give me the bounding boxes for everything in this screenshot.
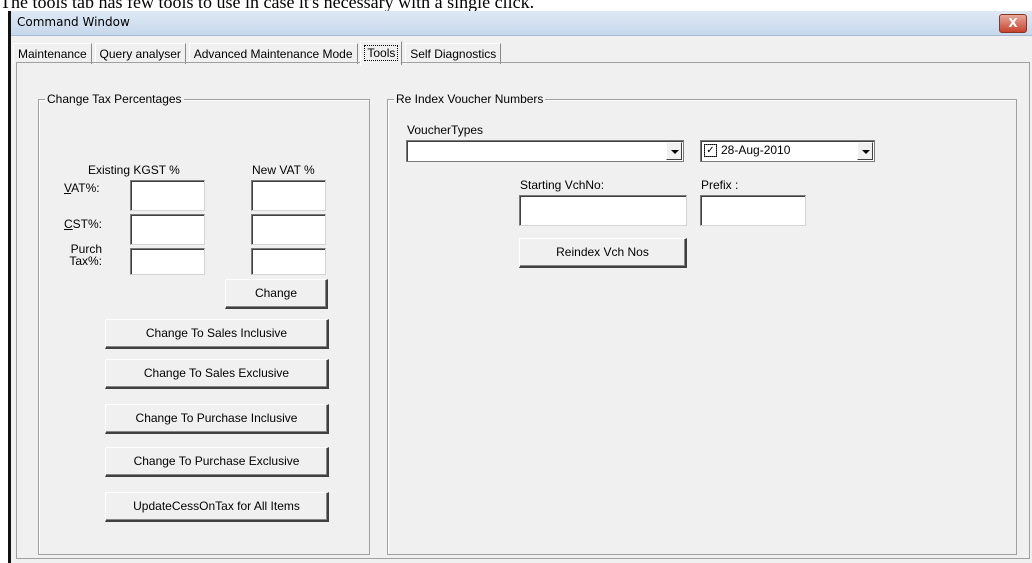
- command-window: Command Window X Maintenance Query analy…: [8, 11, 1032, 563]
- tab-self-diagnostics[interactable]: Self Diagnostics: [405, 43, 502, 64]
- change-to-purchase-exclusive-button[interactable]: Change To Purchase Exclusive: [105, 447, 329, 477]
- reindex-voucher-numbers-group: Re Index Voucher Numbers VoucherTypes ✓ …: [387, 92, 1017, 555]
- voucher-types-dropdown[interactable]: [406, 140, 684, 162]
- tools-tab-panel: Change Tax Percentages Existing KGST % N…: [16, 62, 1030, 559]
- cst-label: CST%:: [64, 217, 103, 231]
- date-checkbox[interactable]: ✓: [704, 144, 717, 157]
- group-title: Re Index Voucher Numbers: [394, 92, 546, 106]
- vat-label: VAT%:: [64, 181, 100, 195]
- update-cess-on-tax-button[interactable]: UpdateCessOnTax for All Items: [105, 492, 329, 522]
- purch-tax-label: Purch Tax%:: [69, 242, 102, 268]
- tab-label: Advanced Maintenance Mode: [193, 47, 353, 61]
- starting-vchno-label: Starting VchNo:: [520, 178, 605, 192]
- new-cst-input[interactable]: [251, 214, 326, 245]
- new-purch-tax-input[interactable]: [251, 248, 326, 275]
- title-bar: Command Window X: [11, 11, 1032, 36]
- prefix-input[interactable]: [700, 195, 806, 226]
- new-vat-header: New VAT %: [252, 163, 315, 177]
- tab-tools[interactable]: Tools: [360, 41, 403, 65]
- change-to-sales-exclusive-button[interactable]: Change To Sales Exclusive: [105, 359, 329, 389]
- existing-kgst-header: Existing KGST %: [88, 163, 180, 177]
- chevron-down-icon[interactable]: [666, 142, 682, 160]
- tab-maintenance[interactable]: Maintenance: [13, 43, 92, 64]
- tab-strip: Maintenance Query analyser Advanced Main…: [13, 40, 502, 65]
- date-picker[interactable]: ✓ 28-Aug-2010: [700, 140, 875, 162]
- change-tax-percentages-group: Change Tax Percentages Existing KGST % N…: [38, 92, 370, 555]
- group-title: Change Tax Percentages: [45, 92, 184, 106]
- existing-purch-tax-input[interactable]: [130, 248, 205, 275]
- starting-vchno-input[interactable]: [519, 195, 687, 226]
- close-icon[interactable]: X: [999, 14, 1027, 33]
- change-button[interactable]: Change: [225, 279, 328, 309]
- change-to-purchase-inclusive-button[interactable]: Change To Purchase Inclusive: [105, 404, 329, 434]
- voucher-types-label: VoucherTypes: [407, 123, 484, 137]
- tab-advanced-maintenance-mode[interactable]: Advanced Maintenance Mode: [188, 43, 358, 64]
- reindex-vch-nos-button[interactable]: Reindex Vch Nos: [519, 238, 687, 268]
- prefix-label: Prefix :: [701, 178, 739, 192]
- tab-label: Maintenance: [18, 47, 87, 61]
- tab-label: Tools: [364, 45, 399, 61]
- tab-query-analyser[interactable]: Query analyser: [94, 43, 186, 64]
- chevron-down-icon[interactable]: [857, 142, 873, 160]
- tab-label: Query analyser: [99, 47, 181, 61]
- existing-vat-input[interactable]: [130, 180, 205, 211]
- tab-label: Self Diagnostics: [410, 47, 497, 61]
- window-title: Command Window: [17, 15, 130, 29]
- date-value: 28-Aug-2010: [721, 143, 791, 157]
- existing-cst-input[interactable]: [130, 214, 205, 245]
- new-vat-input[interactable]: [251, 180, 326, 211]
- change-to-sales-inclusive-button[interactable]: Change To Sales Inclusive: [105, 319, 329, 349]
